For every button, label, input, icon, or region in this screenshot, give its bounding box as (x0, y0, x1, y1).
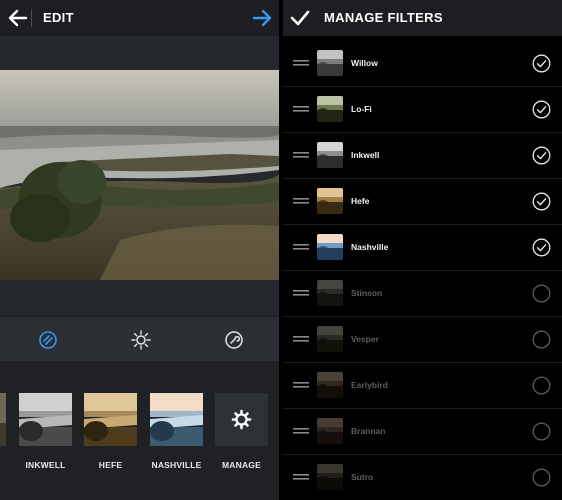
drag-handle-icon[interactable] (293, 382, 309, 388)
filter-name: Brannan (351, 426, 386, 436)
filter-row-inkwell[interactable]: Inkwell (283, 133, 562, 179)
manage-filters-button[interactable] (215, 393, 268, 446)
filter-thumbnail (317, 464, 343, 490)
filter-icon[interactable] (37, 329, 59, 351)
filter-name: Willow (351, 58, 378, 68)
arrow-right-icon[interactable] (251, 7, 273, 29)
filter-name: Vesper (351, 334, 379, 344)
filter-thumbnail (317, 234, 343, 260)
filter-thumbnail (317, 142, 343, 168)
manage-header: MANAGE FILTERS (283, 0, 562, 36)
filter-name: Nashville (351, 242, 389, 252)
photo-preview (0, 70, 279, 280)
filter-thumbnail (317, 372, 343, 398)
filter-thumbnail (317, 418, 343, 444)
edit-header: EDIT (0, 0, 279, 36)
checkmark-icon[interactable] (289, 7, 311, 29)
filter-name: Stinson (351, 288, 383, 298)
filter-row-nashville[interactable]: Nashville (283, 225, 562, 271)
checked-circle-icon[interactable] (532, 192, 551, 211)
checked-circle-icon[interactable] (532, 238, 551, 257)
drag-handle-icon[interactable] (293, 106, 309, 112)
unchecked-circle-icon[interactable] (532, 422, 551, 441)
filter-thumbnail (317, 96, 343, 122)
unchecked-circle-icon[interactable] (532, 284, 551, 303)
drag-handle-icon[interactable] (293, 198, 309, 204)
filter-thumb-hefe[interactable] (84, 393, 137, 446)
filter-row-hefe[interactable]: Hefe (283, 179, 562, 225)
brightness-icon[interactable] (130, 329, 152, 351)
filter-thumbnail (317, 188, 343, 214)
wrench-icon[interactable] (223, 329, 245, 351)
filter-row-sutro[interactable]: Sutro (283, 455, 562, 500)
drag-handle-icon[interactable] (293, 474, 309, 480)
filter-label-manage: MANAGE (222, 460, 261, 470)
drag-handle-icon[interactable] (293, 60, 309, 66)
filter-thumbnail (317, 280, 343, 306)
filter-strip: INKWELL HEFE NASHVILLE MANAGE (0, 362, 279, 500)
filter-label-hefe: HEFE (98, 460, 123, 470)
checked-circle-icon[interactable] (532, 146, 551, 165)
filter-row-brannan[interactable]: Brannan (283, 409, 562, 455)
checked-circle-icon[interactable] (532, 100, 551, 119)
filter-label-inkwell: INKWELL (25, 460, 66, 470)
unchecked-circle-icon[interactable] (532, 330, 551, 349)
drag-handle-icon[interactable] (293, 428, 309, 434)
filter-thumb-inkwell[interactable] (19, 393, 72, 446)
drag-handle-icon[interactable] (293, 290, 309, 296)
filter-name: Inkwell (351, 150, 380, 160)
unchecked-circle-icon[interactable] (532, 376, 551, 395)
edit-tools-bar (0, 316, 279, 362)
filter-thumb-partial[interactable] (0, 393, 6, 446)
filter-thumbnail (317, 50, 343, 76)
filter-row-vesper[interactable]: Vesper (283, 317, 562, 363)
filter-thumb-nashville[interactable] (150, 393, 203, 446)
filter-name: Lo-Fi (351, 104, 372, 114)
drag-handle-icon[interactable] (293, 152, 309, 158)
unchecked-circle-icon[interactable] (532, 468, 551, 487)
filter-thumbnail (317, 326, 343, 352)
filter-row-stinson[interactable]: Stinson (283, 271, 562, 317)
page-title: EDIT (43, 10, 74, 25)
header-divider (31, 9, 32, 27)
filter-label-nashville: NASHVILLE (151, 460, 202, 470)
filter-name: Earlybird (351, 380, 388, 390)
checked-circle-icon[interactable] (532, 54, 551, 73)
filter-name: Hefe (351, 196, 370, 206)
edit-screen: EDIT INKWELL HEFE NASHVILLE MANAGE (0, 0, 279, 500)
page-title: MANAGE FILTERS (324, 10, 443, 25)
filter-name: Sutro (351, 472, 374, 482)
filter-row-earlybird[interactable]: Earlybird (283, 363, 562, 409)
drag-handle-icon[interactable] (293, 244, 309, 250)
filter-row-willow[interactable]: Willow (283, 41, 562, 87)
arrow-left-icon[interactable] (7, 7, 29, 29)
drag-handle-icon[interactable] (293, 336, 309, 342)
gear-icon (231, 409, 252, 430)
manage-filters-screen: MANAGE FILTERS Willow Lo-Fi Inkwell Hefe Nas… (283, 0, 562, 500)
filter-row-lo-fi[interactable]: Lo-Fi (283, 87, 562, 133)
